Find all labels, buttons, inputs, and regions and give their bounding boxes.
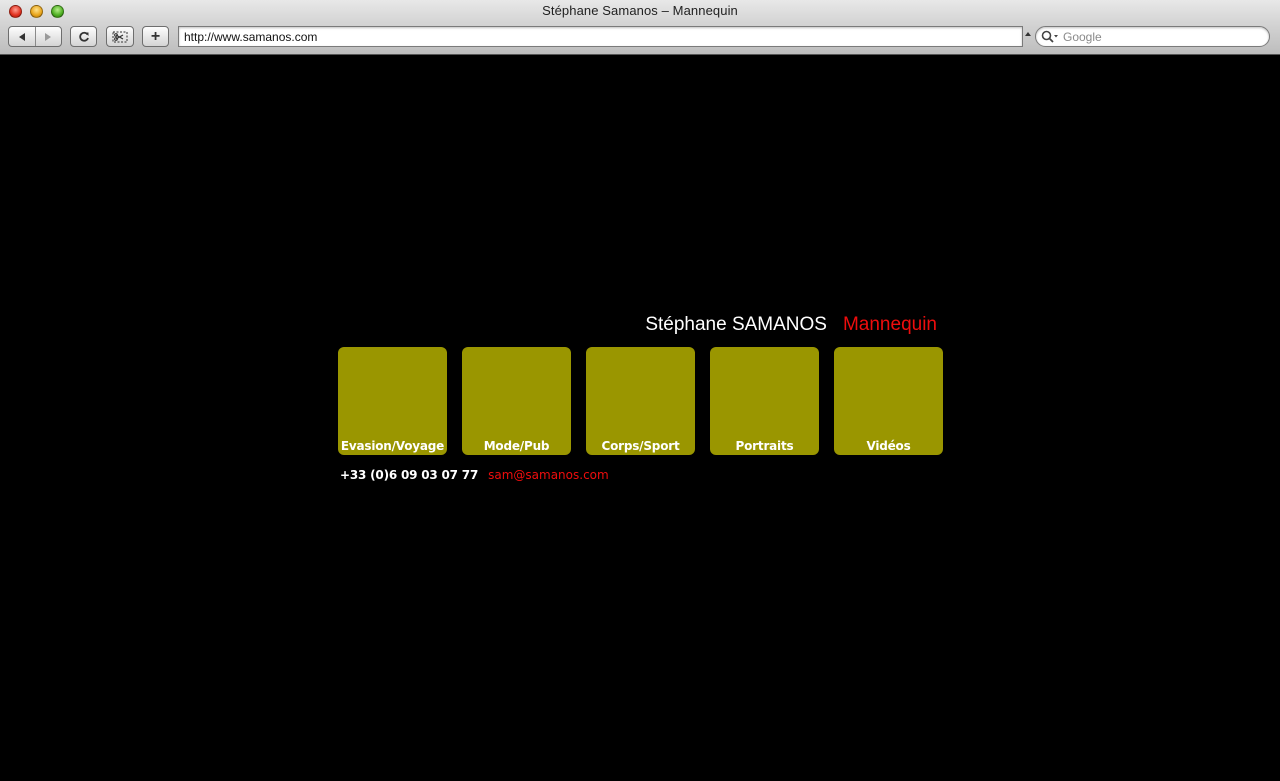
tile-label: Mode/Pub xyxy=(483,439,550,453)
search-placeholder: Google xyxy=(1063,30,1102,44)
url-text: http://www.samanos.com xyxy=(184,30,318,44)
web-page: Stéphane SAMANOS Mannequin Evasion/Voyage… xyxy=(1,55,1279,780)
tile-portraits[interactable]: Portraits xyxy=(710,347,819,455)
window-title: Stéphane Samanos – Mannequin xyxy=(542,3,738,18)
browser-chrome: Stéphane Samanos – Mannequin + http://ww… xyxy=(0,0,1280,55)
reload-icon xyxy=(78,31,89,42)
browser-window: Stéphane Samanos – Mannequin + http://ww… xyxy=(0,0,1280,781)
search-field[interactable]: Google xyxy=(1035,26,1270,47)
tile-videos[interactable]: Vidéos xyxy=(834,347,943,455)
tile-corps-sport[interactable]: Corps/Sport xyxy=(586,347,695,455)
tile-evasion-voyage[interactable]: Evasion/Voyage xyxy=(338,347,447,455)
add-bookmark-button[interactable]: + xyxy=(142,26,169,47)
portfolio-tiles: Evasion/Voyage Mode/Pub Corps/Sport Port… xyxy=(338,347,943,455)
model-role: Mannequin xyxy=(842,314,937,335)
plus-icon: + xyxy=(150,27,161,45)
back-button[interactable] xyxy=(9,27,35,46)
web-clip-button[interactable] xyxy=(106,26,134,47)
search-icon xyxy=(1041,30,1058,43)
back-arrow-icon xyxy=(18,32,25,41)
back-forward-group xyxy=(8,26,62,47)
tile-label: Vidéos xyxy=(866,439,911,453)
contact-info: +33 (0)6 09 03 07 77 sam@samanos.com xyxy=(340,468,609,482)
tile-mode-pub[interactable]: Mode/Pub xyxy=(462,347,571,455)
email-link[interactable]: sam@samanos.com xyxy=(488,468,609,482)
address-dropdown-icon[interactable] xyxy=(1025,32,1031,36)
tile-label: Evasion/Voyage xyxy=(340,439,445,453)
forward-arrow-icon xyxy=(45,32,52,41)
phone-number: +33 (0)6 09 03 07 77 xyxy=(340,468,479,482)
address-bar[interactable]: http://www.samanos.com xyxy=(178,26,1023,47)
forward-button[interactable] xyxy=(34,27,62,46)
tile-label: Corps/Sport xyxy=(601,439,680,453)
reload-button[interactable] xyxy=(70,26,97,47)
web-clip-icon xyxy=(112,31,128,42)
site-heading: Stéphane SAMANOS Mannequin xyxy=(1,314,937,336)
model-name: Stéphane SAMANOS xyxy=(645,314,827,335)
tile-label: Portraits xyxy=(735,439,794,453)
